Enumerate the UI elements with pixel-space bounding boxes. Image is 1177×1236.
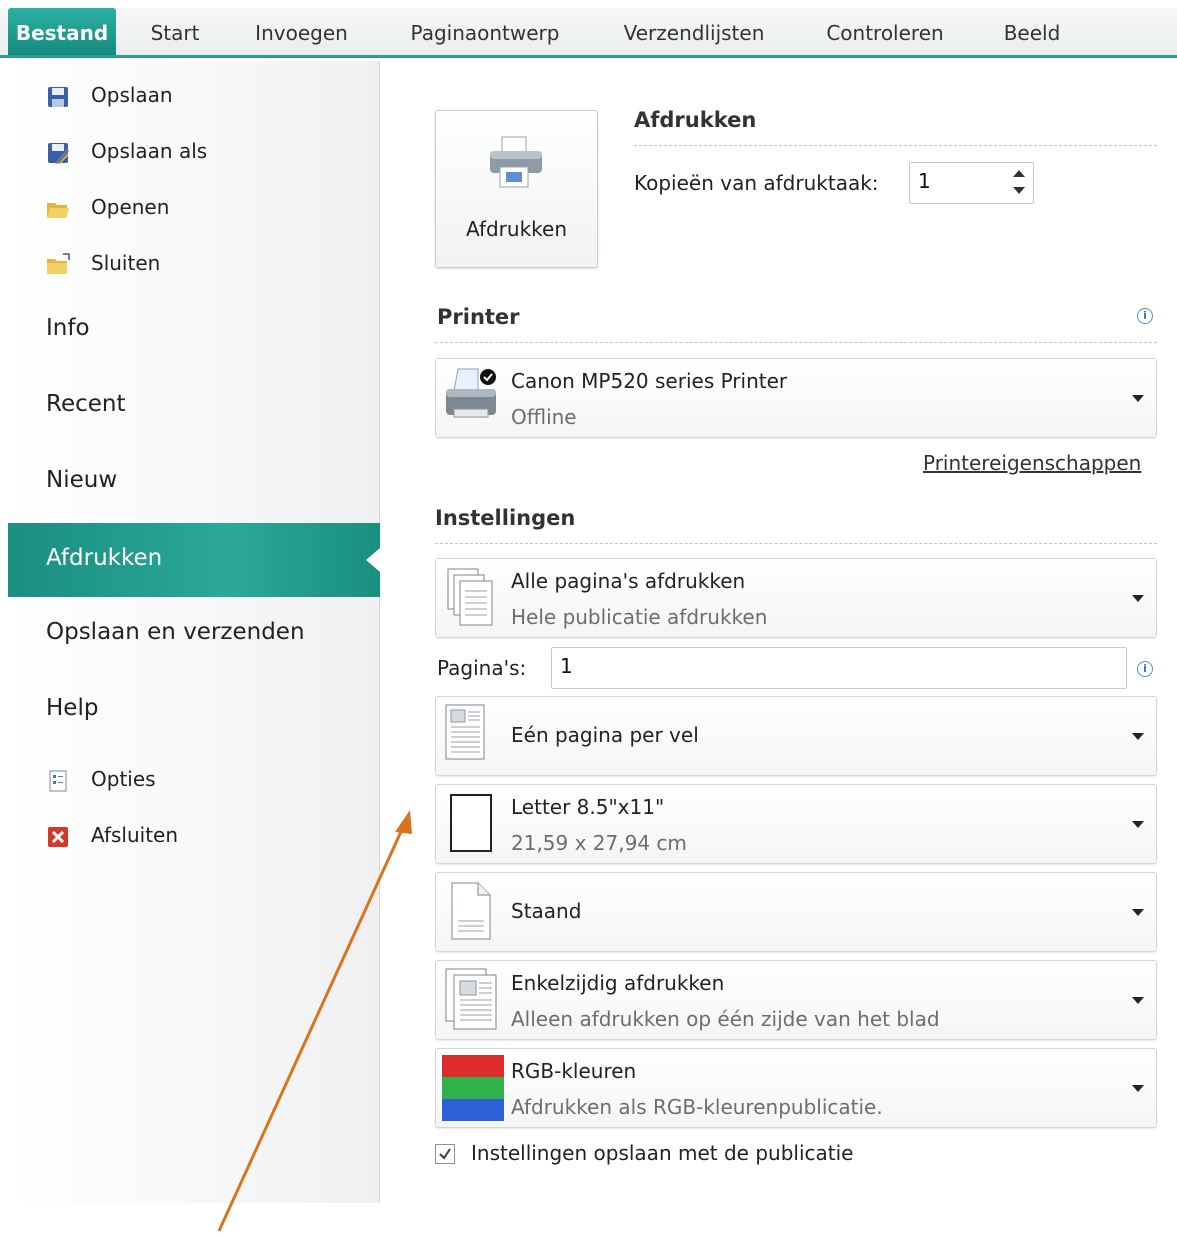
annotation-arrow [217, 810, 412, 1232]
